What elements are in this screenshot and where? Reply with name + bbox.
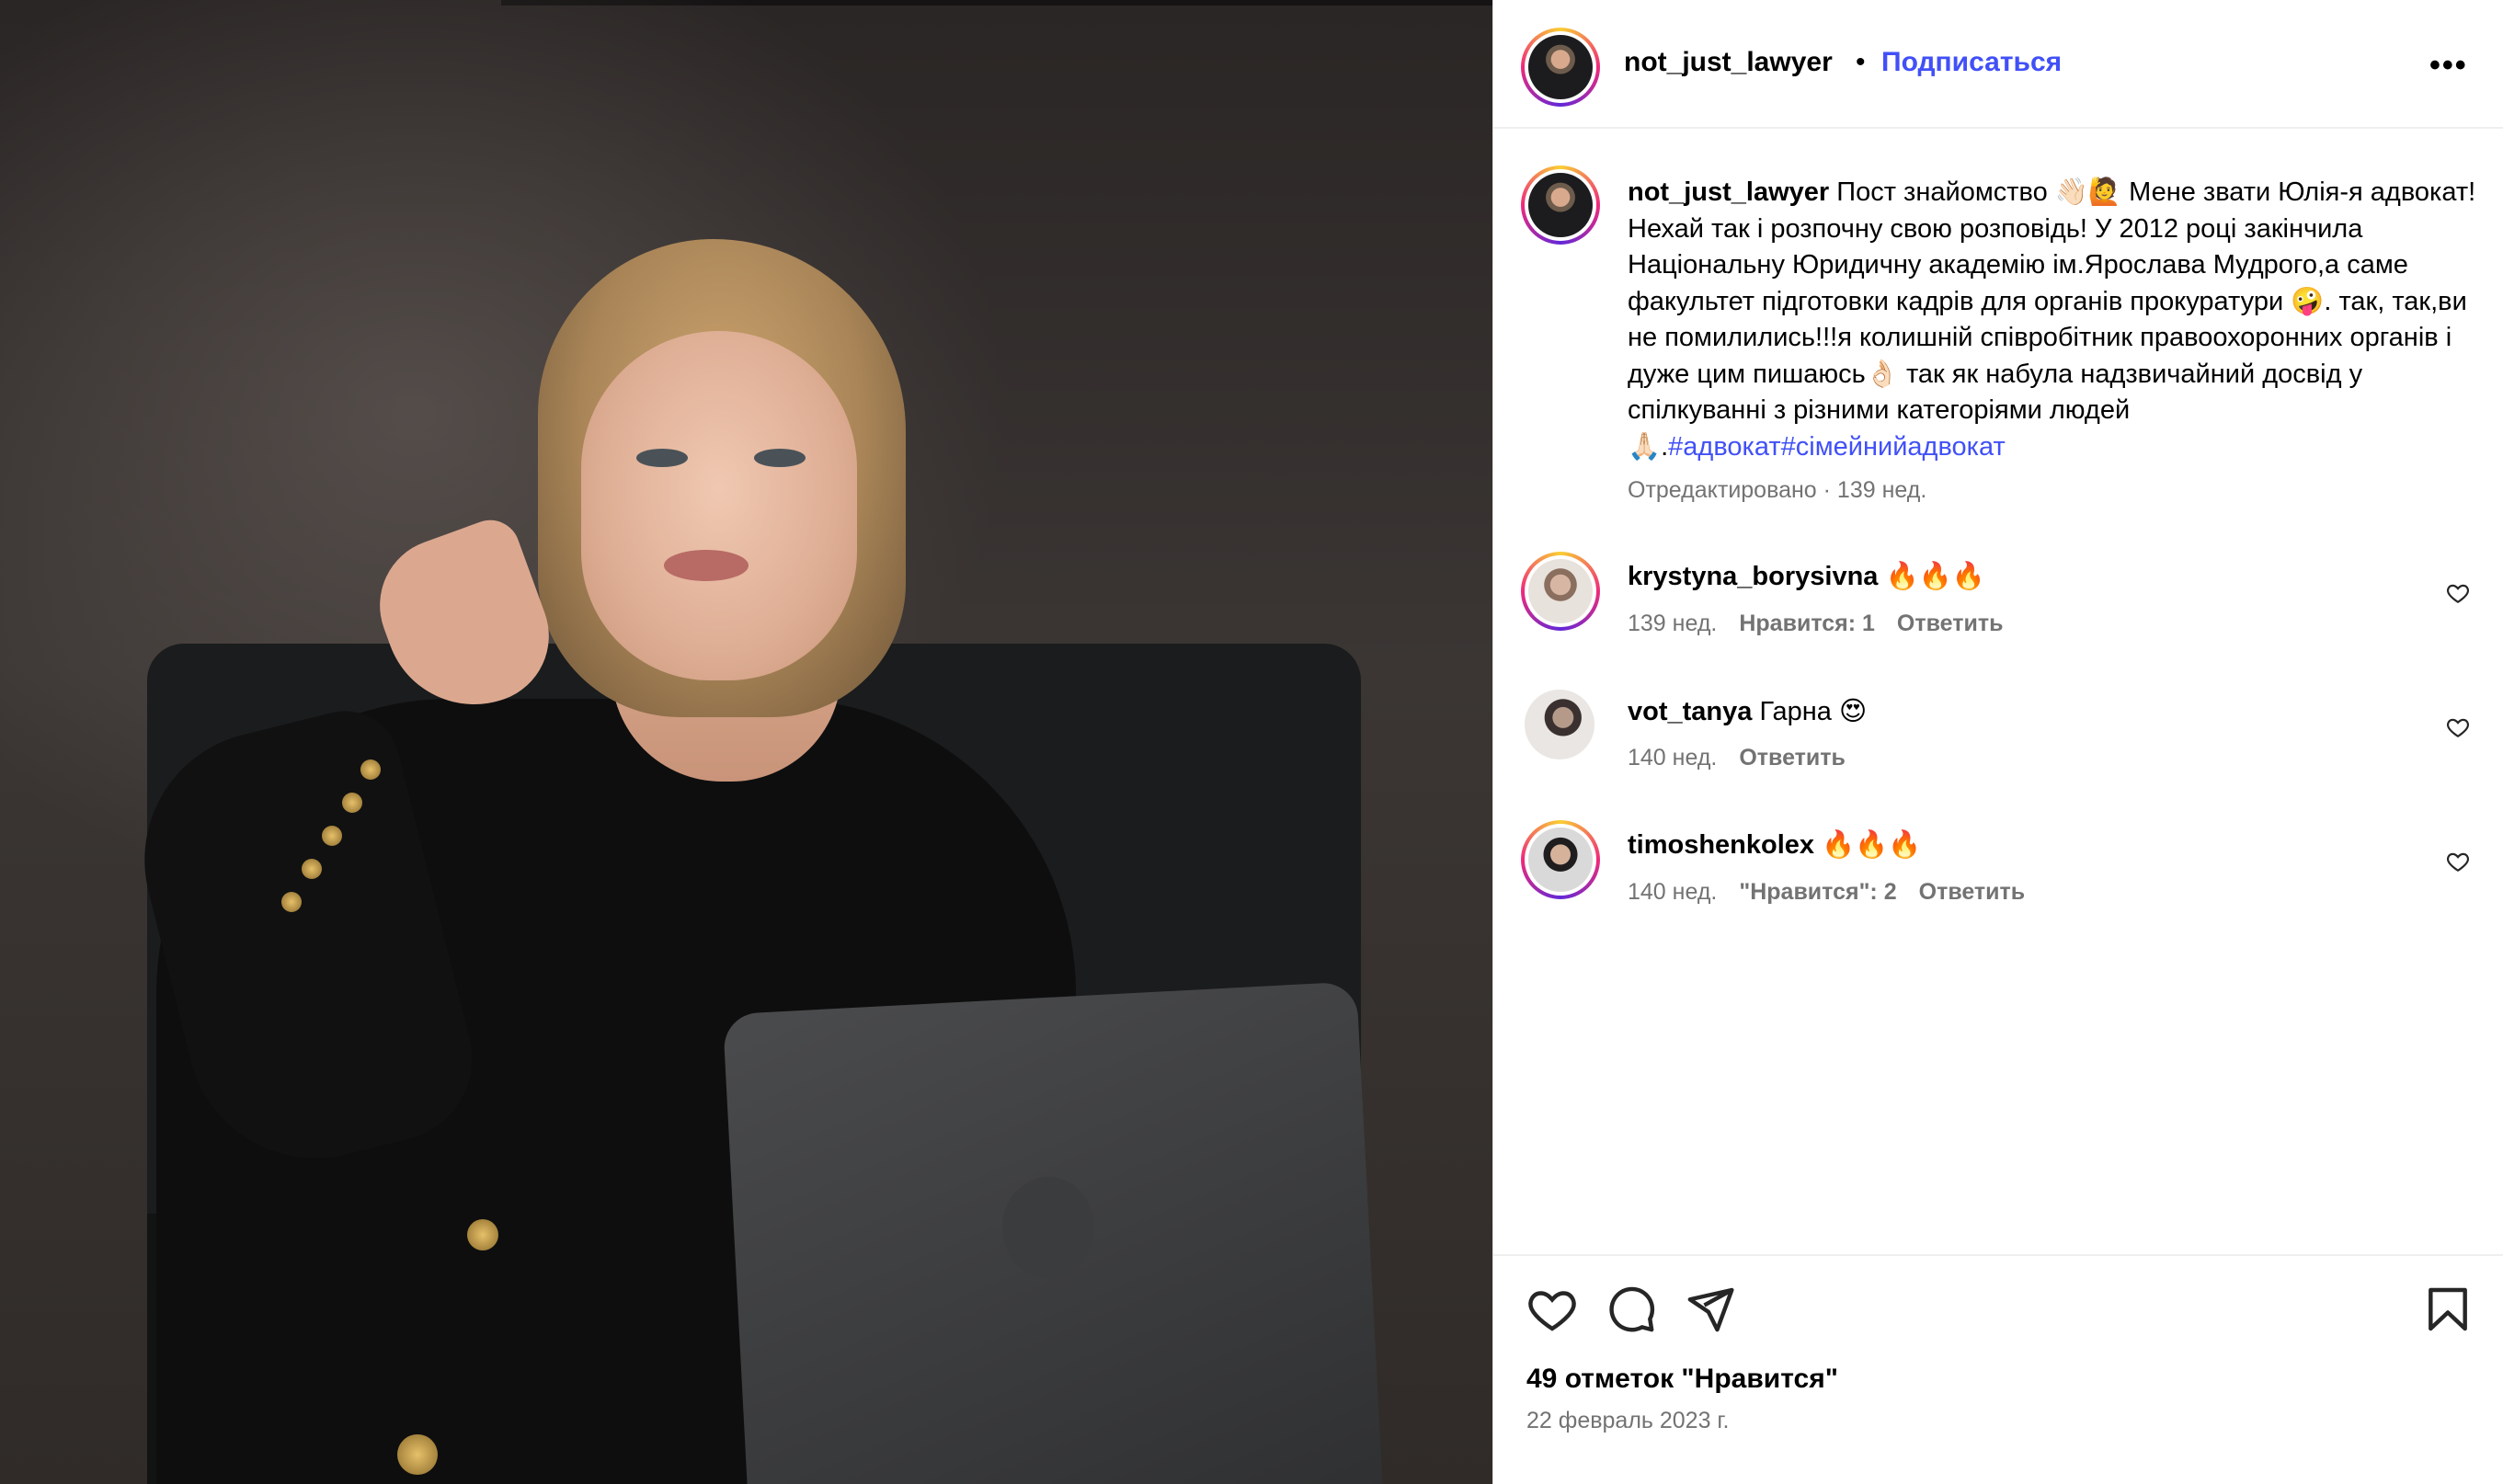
- comment-meta: 140 нед. "Нравится": 2 Ответить: [1628, 879, 2025, 906]
- comment-item: vot_tanya Гарна 😍 140 нед. Ответить: [1493, 690, 2503, 815]
- reply-button[interactable]: Ответить: [1739, 745, 1846, 771]
- photo-lips: [664, 550, 749, 581]
- comment-body: 🔥🔥🔥: [1822, 830, 1922, 860]
- author-username[interactable]: not_just_lawyer: [1624, 47, 1833, 78]
- caption-text: Пост знайомство 👋🏻🙋 Мене звати Юлія-я ад…: [1628, 177, 2476, 462]
- photo-button: [397, 1434, 438, 1475]
- post-caption: not_just_lawyer Пост знайомство 👋🏻🙋 Мене…: [1628, 175, 2483, 465]
- post-date: 22 февраль 2023 г.: [1526, 1408, 1730, 1433]
- photo-button: [322, 826, 342, 846]
- photo-eye: [636, 449, 688, 467]
- comment-likes[interactable]: "Нравится": 2: [1739, 879, 1896, 905]
- comment-meta: 139 нед. Нравится: 1 Ответить: [1628, 611, 2003, 637]
- post-header: not_just_lawyer • Подписаться •••: [1493, 0, 2503, 129]
- separator-dot: •: [1856, 47, 1866, 77]
- photo-button: [467, 1219, 498, 1250]
- comment-avatar[interactable]: [1521, 552, 1600, 631]
- comment-body: 🔥🔥🔥: [1885, 562, 1985, 591]
- heart-icon[interactable]: [1526, 1284, 1578, 1335]
- reply-button[interactable]: Ответить: [1919, 879, 2026, 905]
- post-photo[interactable]: [0, 0, 1492, 1484]
- comment-text: krystyna_borysivna 🔥🔥🔥: [1628, 561, 1985, 592]
- comment-text: timoshenkolex 🔥🔥🔥: [1628, 829, 1921, 861]
- comment-username[interactable]: krystyna_borysivna: [1628, 562, 1878, 591]
- photo-eye: [754, 449, 806, 467]
- comment-item: timoshenkolex 🔥🔥🔥 140 нед. "Нравится": 2 О…: [1493, 820, 2503, 949]
- comment-meta: 140 нед. Ответить: [1628, 745, 1846, 771]
- photo-button: [360, 759, 381, 780]
- comment-age: 139 нед.: [1628, 611, 1718, 636]
- comment-likes[interactable]: Нравится: 1: [1739, 611, 1875, 636]
- caption-author-avatar[interactable]: [1521, 166, 1600, 245]
- comment-body: Гарна 😍: [1759, 697, 1868, 726]
- share-icon[interactable]: [1685, 1284, 1736, 1335]
- comment-avatar[interactable]: [1525, 690, 1594, 759]
- comment-username[interactable]: vot_tanya: [1628, 697, 1752, 726]
- post-panel: not_just_lawyer • Подписаться ••• not_ju…: [1492, 0, 2503, 1484]
- comment-text: vot_tanya Гарна 😍: [1628, 695, 1867, 727]
- heart-icon[interactable]: [2446, 850, 2470, 873]
- caption-username[interactable]: not_just_lawyer: [1628, 177, 1829, 207]
- caption-meta: Отредактировано · 139 нед.: [1628, 477, 1927, 503]
- photo-button: [281, 892, 302, 912]
- caption-hashtags[interactable]: #адвокат#сімейнийадвокат: [1668, 432, 2006, 462]
- post-actions: 49 отметок "Нравится" 22 февраль 2023 г.: [1493, 1254, 2503, 1484]
- author-avatar[interactable]: [1521, 28, 1600, 107]
- heart-icon[interactable]: [2446, 715, 2470, 739]
- heart-icon[interactable]: [2446, 581, 2470, 605]
- photo-face: [581, 331, 857, 680]
- photo-button: [342, 793, 362, 813]
- comment-age: 140 нед.: [1628, 745, 1718, 771]
- likes-count[interactable]: 49 отметок "Нравится": [1526, 1364, 1838, 1395]
- comment-username[interactable]: timoshenkolex: [1628, 830, 1814, 860]
- reply-button[interactable]: Ответить: [1897, 611, 2004, 636]
- comment-item: krystyna_borysivna 🔥🔥🔥 139 нед. Нравится:…: [1493, 552, 2503, 680]
- bookmark-icon[interactable]: [2422, 1284, 2474, 1335]
- photo-button: [302, 859, 322, 879]
- comment-age: 140 нед.: [1628, 879, 1718, 905]
- photo-laptop-logo: [1002, 1177, 1094, 1278]
- follow-button[interactable]: Подписаться: [1881, 47, 2062, 78]
- comment-avatar[interactable]: [1521, 820, 1600, 899]
- more-icon[interactable]: •••: [2429, 48, 2468, 84]
- comment-icon[interactable]: [1606, 1284, 1657, 1335]
